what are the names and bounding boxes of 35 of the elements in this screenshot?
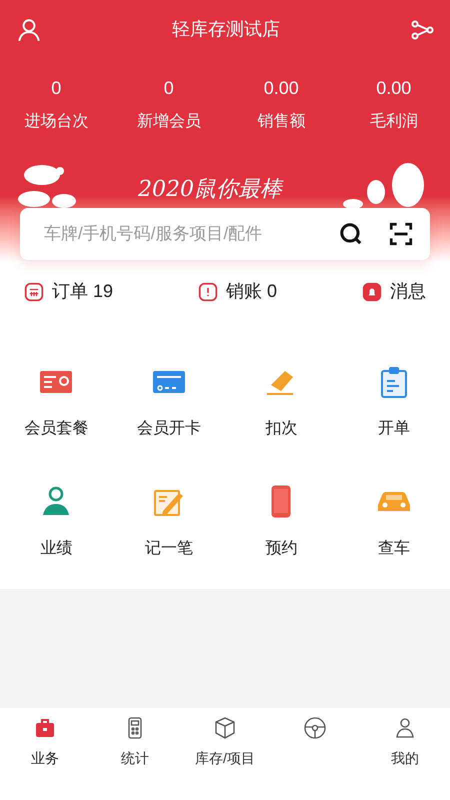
alert-icon xyxy=(198,282,218,302)
feature-button[interactable]: 扣次 xyxy=(225,361,338,441)
feature-button[interactable]: 会员套餐 xyxy=(0,361,112,441)
feature-button[interactable]: 业绩 xyxy=(0,481,112,561)
tab-item[interactable]: 我的 xyxy=(360,716,450,770)
tab-item[interactable]: 库存/项目 xyxy=(180,716,270,770)
user-icon[interactable] xyxy=(16,16,42,43)
scan-icon[interactable] xyxy=(388,221,414,248)
shortcut-link[interactable]: 订单 19 xyxy=(24,278,114,305)
banner-text: 2020鼠你最棒 xyxy=(138,176,282,204)
tab-item[interactable]: 业务 xyxy=(0,716,90,770)
feature-button[interactable]: 查车 xyxy=(338,481,450,561)
steering-wheel-icon xyxy=(303,716,327,740)
stat-value: 0 xyxy=(164,77,174,100)
feature-button[interactable]: 开单 xyxy=(338,361,450,441)
feature-button[interactable]: 预约 xyxy=(225,481,338,561)
shortcut-link[interactable]: 消息 xyxy=(362,278,426,305)
box-icon xyxy=(213,716,237,740)
stat-label: 进场台次 xyxy=(24,112,88,132)
share-icon[interactable] xyxy=(410,18,434,42)
stat-label: 销售额 xyxy=(257,112,306,132)
calendar-icon xyxy=(24,282,44,302)
stat-label: 新增会员 xyxy=(136,112,201,132)
toolbox-icon xyxy=(33,716,57,740)
stat-value: 0.00 xyxy=(264,77,299,100)
search-field[interactable]: 车牌/手机号码/服务项目/配件 xyxy=(20,208,430,260)
stat-value: 0 xyxy=(51,77,62,100)
tab-item[interactable]: 统计 xyxy=(90,716,180,770)
stat-value: 0.00 xyxy=(376,77,412,100)
store-title: 轻库存测试店 xyxy=(172,18,280,42)
stat-label: 毛利润 xyxy=(370,112,418,132)
shortcut-link[interactable]: 销账 0 xyxy=(198,278,278,305)
feature-button[interactable]: 会员开卡 xyxy=(112,361,225,441)
feature-button[interactable]: 记一笔 xyxy=(112,481,225,561)
bell-icon xyxy=(362,282,382,302)
